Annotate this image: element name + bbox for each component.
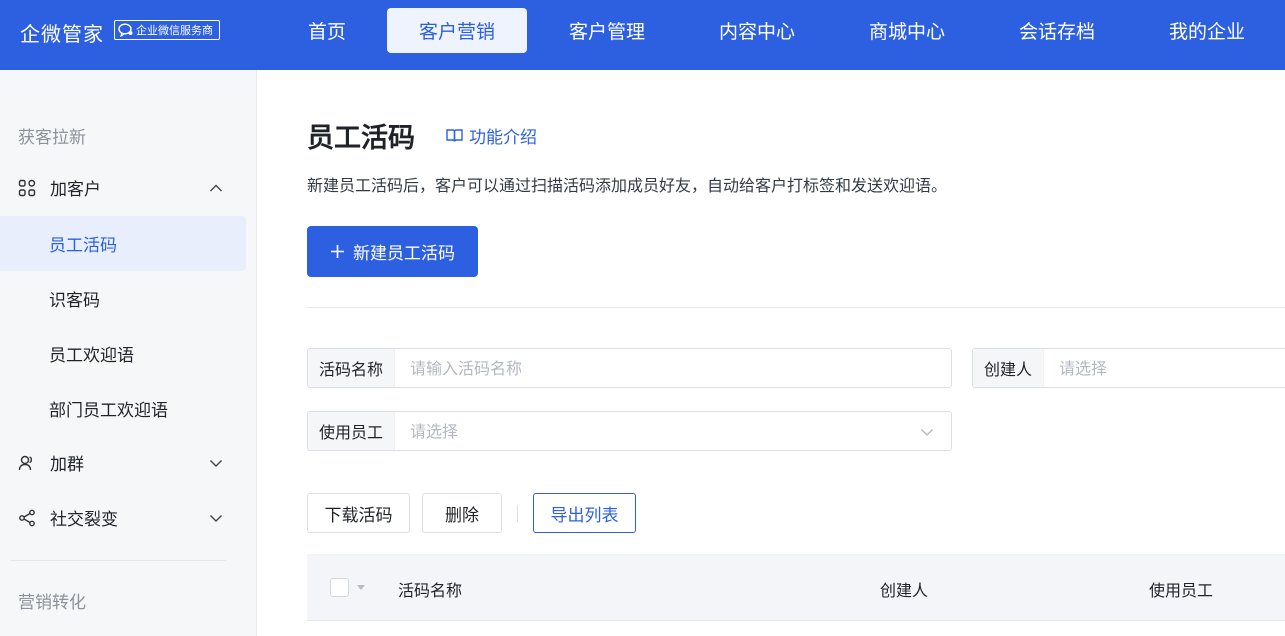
top-navbar: 企微管家 企业微信服务商 首页 客户营销 客户管理 内容中心 商城中心 会话存档…: [0, 0, 1285, 70]
toolbar-separator: [517, 505, 518, 522]
nav-label: 首页: [307, 21, 346, 43]
nav-label: 内容中心: [718, 21, 795, 43]
sidebar-group-label: 加客户: [50, 180, 101, 200]
nav-label: 客户管理: [568, 21, 645, 43]
qrcode-name-filter: 活码名称: [307, 348, 952, 388]
button-label: 下载活码: [324, 505, 393, 526]
table-header: 活码名称 创建人 使用员工: [307, 554, 1285, 621]
users-icon: [18, 455, 33, 471]
chevron-down-icon[interactable]: [919, 424, 935, 440]
sidebar: 获客拉新 加客户 员工活码 识客码 员工欢迎语 部门员工欢迎语 加群 社交裂变 …: [0, 70, 257, 636]
qrcode-name-input[interactable]: [395, 349, 951, 387]
column-header-employee[interactable]: 使用员工: [1149, 577, 1213, 601]
caret-down-icon[interactable]: [357, 585, 365, 590]
sidebar-item-department-welcome[interactable]: 部门员工欢迎语: [0, 381, 246, 436]
creator-filter: 创建人: [972, 348, 1285, 388]
nav-label: 会话存档: [1018, 21, 1095, 43]
share-icon: [19, 509, 35, 527]
sidebar-item-label: 识客码: [49, 291, 100, 311]
book-icon: [446, 129, 463, 142]
creator-select[interactable]: [1044, 349, 1285, 387]
chevron-up-icon: [210, 184, 222, 192]
delete-button[interactable]: 删除: [422, 493, 502, 533]
service-provider-badge: 企业微信服务商: [114, 20, 220, 40]
nav-content-center[interactable]: 内容中心: [697, 8, 817, 53]
sidebar-group-social-fission[interactable]: 社交裂变: [0, 490, 246, 545]
button-label: 删除: [445, 505, 479, 526]
employee-select[interactable]: [395, 412, 951, 450]
nav-home[interactable]: 首页: [287, 8, 367, 53]
sidebar-divider: [10, 560, 226, 561]
badge-text: 企业微信服务商: [136, 24, 213, 37]
plus-icon: [331, 245, 344, 258]
sidebar-item-employee-welcome[interactable]: 员工欢迎语: [0, 326, 246, 381]
page-description: 新建员工活码后，客户可以通过扫描活码添加成员好友，自动给客户打标签和发送欢迎语。: [307, 176, 948, 195]
nav-label: 我的企业: [1168, 21, 1245, 43]
sidebar-section-conversion: 营销转化: [18, 593, 86, 613]
nav-label: 商城中心: [868, 21, 945, 43]
nav-chat-archive[interactable]: 会话存档: [997, 8, 1117, 53]
new-button-label: 新建员工活码: [353, 244, 455, 264]
chevron-down-icon: [210, 460, 222, 467]
filter-label: 使用员工: [308, 412, 396, 450]
nav-label: 客户营销: [418, 21, 495, 43]
employee-filter: 使用员工: [307, 411, 952, 451]
button-label: 导出列表: [550, 505, 619, 526]
filter-label: 创建人: [973, 349, 1045, 387]
filter-label: 活码名称: [308, 349, 396, 387]
nav-customer-marketing[interactable]: 客户营销: [387, 8, 527, 53]
sidebar-item-label: 员工欢迎语: [49, 346, 134, 366]
sidebar-item-customer-code[interactable]: 识客码: [0, 271, 246, 326]
page-title: 员工活码: [307, 123, 415, 154]
sidebar-item-label: 员工活码: [49, 236, 117, 256]
chevron-down-icon: [210, 515, 222, 522]
nav-my-enterprise[interactable]: 我的企业: [1147, 8, 1267, 53]
sidebar-group-add-customer[interactable]: 加客户: [0, 160, 246, 215]
column-header-name[interactable]: 活码名称: [398, 577, 462, 601]
new-employee-qrcode-button[interactable]: 新建员工活码: [307, 226, 478, 277]
column-header-creator[interactable]: 创建人: [880, 577, 928, 601]
download-qrcode-button[interactable]: 下载活码: [307, 493, 410, 533]
export-list-button[interactable]: 导出列表: [533, 493, 636, 533]
section-divider: [307, 307, 1285, 308]
nav-customer-management[interactable]: 客户管理: [547, 8, 667, 53]
feature-intro-link[interactable]: 功能介绍: [446, 123, 537, 148]
nav-mall-center[interactable]: 商城中心: [847, 8, 967, 53]
sidebar-group-add-group[interactable]: 加群: [0, 435, 246, 490]
feature-intro-label: 功能介绍: [469, 128, 537, 148]
sidebar-group-label: 社交裂变: [50, 510, 118, 530]
sidebar-group-label: 加群: [50, 455, 84, 475]
select-all-checkbox[interactable]: [330, 578, 349, 597]
sidebar-item-employee-qrcode[interactable]: 员工活码: [0, 216, 246, 271]
sidebar-section-acquisition: 获客拉新: [18, 128, 86, 148]
brand-name[interactable]: 企微管家: [20, 18, 104, 47]
wechat-work-icon: [118, 23, 133, 37]
sidebar-item-label: 部门员工欢迎语: [49, 401, 168, 421]
grid-icon: [18, 179, 36, 197]
